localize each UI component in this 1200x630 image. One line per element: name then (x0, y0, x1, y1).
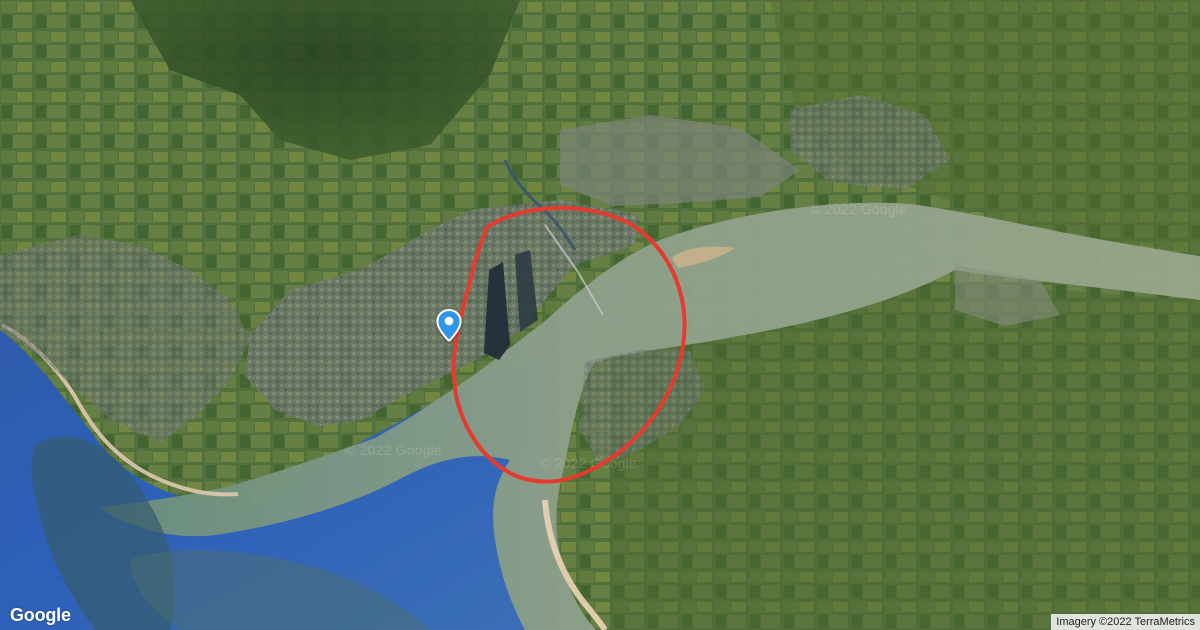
satellite-map[interactable]: © 2022 Google © 2022 Google © 2022 Googl… (0, 0, 1200, 630)
imagery-attribution: Imagery ©2022 TerraMetrics (1051, 614, 1200, 630)
map-watermark-3: © 2022 Google (540, 455, 637, 471)
map-watermark-2: © 2022 Google (345, 442, 442, 458)
map-watermark-1: © 2022 Google (810, 201, 907, 217)
location-pin-icon[interactable] (436, 309, 462, 342)
location-marker[interactable] (436, 309, 462, 342)
google-logo: Google (10, 605, 71, 625)
map-imagery[interactable]: © 2022 Google © 2022 Google © 2022 Googl… (0, 0, 1200, 630)
